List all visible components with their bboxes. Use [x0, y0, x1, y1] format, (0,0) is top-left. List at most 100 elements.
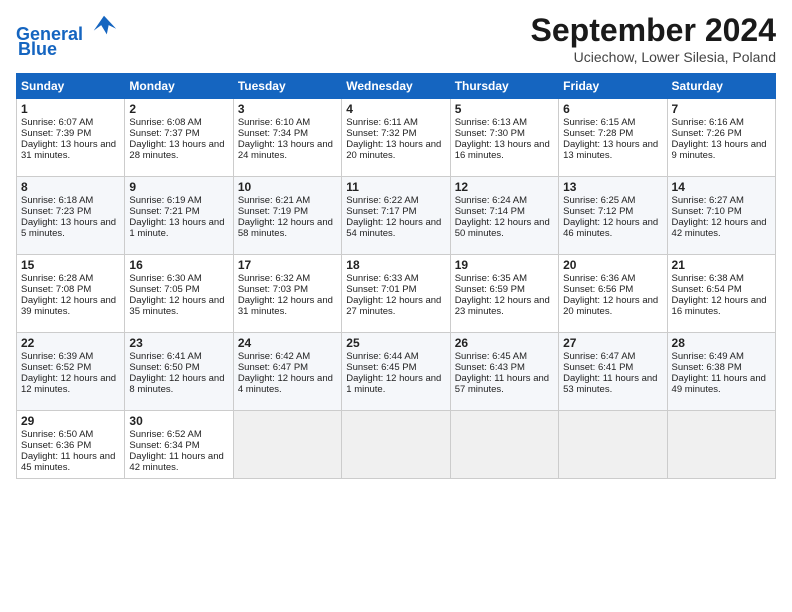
table-row: [450, 411, 558, 479]
sunrise: Sunrise: 6:13 AM: [455, 117, 527, 128]
calendar-table: Sunday Monday Tuesday Wednesday Thursday…: [16, 73, 776, 479]
daylight-label: Daylight: 12 hours and 23 minutes.: [455, 295, 550, 317]
day-number: 23: [129, 336, 228, 350]
sunrise: Sunrise: 6:21 AM: [238, 195, 310, 206]
col-friday: Friday: [559, 74, 667, 99]
table-row: 29Sunrise: 6:50 AMSunset: 6:36 PMDayligh…: [17, 411, 125, 479]
day-number: 5: [455, 102, 554, 116]
sunrise: Sunrise: 6:18 AM: [21, 195, 93, 206]
daylight-label: Daylight: 11 hours and 42 minutes.: [129, 451, 223, 473]
day-number: 25: [346, 336, 445, 350]
day-number: 11: [346, 180, 445, 194]
sunrise: Sunrise: 6:30 AM: [129, 273, 201, 284]
col-wednesday: Wednesday: [342, 74, 450, 99]
daylight-label: Daylight: 12 hours and 42 minutes.: [672, 217, 767, 239]
table-row: 20Sunrise: 6:36 AMSunset: 6:56 PMDayligh…: [559, 255, 667, 333]
logo-bird-icon: [90, 12, 118, 40]
table-row: 18Sunrise: 6:33 AMSunset: 7:01 PMDayligh…: [342, 255, 450, 333]
daylight-label: Daylight: 13 hours and 20 minutes.: [346, 139, 441, 161]
day-number: 26: [455, 336, 554, 350]
table-row: 22Sunrise: 6:39 AMSunset: 6:52 PMDayligh…: [17, 333, 125, 411]
day-number: 8: [21, 180, 120, 194]
header: General Blue September 2024 Uciechow, Lo…: [16, 12, 776, 65]
daylight-label: Daylight: 12 hours and 31 minutes.: [238, 295, 333, 317]
sunset: Sunset: 6:59 PM: [455, 284, 525, 295]
table-row: 17Sunrise: 6:32 AMSunset: 7:03 PMDayligh…: [233, 255, 341, 333]
daylight-label: Daylight: 12 hours and 27 minutes.: [346, 295, 441, 317]
sunset: Sunset: 7:34 PM: [238, 128, 308, 139]
logo: General Blue: [16, 12, 118, 60]
sunset: Sunset: 7:32 PM: [346, 128, 416, 139]
sunset: Sunset: 6:56 PM: [563, 284, 633, 295]
sunrise: Sunrise: 6:33 AM: [346, 273, 418, 284]
sunset: Sunset: 6:38 PM: [672, 362, 742, 373]
table-row: [342, 411, 450, 479]
sunrise: Sunrise: 6:47 AM: [563, 351, 635, 362]
day-number: 18: [346, 258, 445, 272]
sunrise: Sunrise: 6:24 AM: [455, 195, 527, 206]
day-number: 15: [21, 258, 120, 272]
daylight-label: Daylight: 13 hours and 31 minutes.: [21, 139, 116, 161]
day-number: 1: [21, 102, 120, 116]
daylight-label: Daylight: 12 hours and 54 minutes.: [346, 217, 441, 239]
daylight-label: Daylight: 11 hours and 45 minutes.: [21, 451, 115, 473]
sunset: Sunset: 7:05 PM: [129, 284, 199, 295]
sunrise: Sunrise: 6:45 AM: [455, 351, 527, 362]
day-number: 21: [672, 258, 771, 272]
daylight-label: Daylight: 12 hours and 1 minute.: [346, 373, 441, 395]
sunrise: Sunrise: 6:49 AM: [672, 351, 744, 362]
table-row: 9Sunrise: 6:19 AMSunset: 7:21 PMDaylight…: [125, 177, 233, 255]
table-row: 7Sunrise: 6:16 AMSunset: 7:26 PMDaylight…: [667, 99, 775, 177]
sunrise: Sunrise: 6:19 AM: [129, 195, 201, 206]
sunrise: Sunrise: 6:50 AM: [21, 429, 93, 440]
sunrise: Sunrise: 6:27 AM: [672, 195, 744, 206]
sunrise: Sunrise: 6:44 AM: [346, 351, 418, 362]
table-row: 13Sunrise: 6:25 AMSunset: 7:12 PMDayligh…: [559, 177, 667, 255]
day-number: 29: [21, 414, 120, 428]
table-row: 4Sunrise: 6:11 AMSunset: 7:32 PMDaylight…: [342, 99, 450, 177]
daylight-label: Daylight: 12 hours and 12 minutes.: [21, 373, 116, 395]
table-row: 21Sunrise: 6:38 AMSunset: 6:54 PMDayligh…: [667, 255, 775, 333]
day-number: 6: [563, 102, 662, 116]
col-sunday: Sunday: [17, 74, 125, 99]
table-row: 16Sunrise: 6:30 AMSunset: 7:05 PMDayligh…: [125, 255, 233, 333]
day-number: 24: [238, 336, 337, 350]
table-row: 23Sunrise: 6:41 AMSunset: 6:50 PMDayligh…: [125, 333, 233, 411]
daylight-label: Daylight: 12 hours and 46 minutes.: [563, 217, 658, 239]
daylight-label: Daylight: 13 hours and 5 minutes.: [21, 217, 116, 239]
day-number: 10: [238, 180, 337, 194]
daylight-label: Daylight: 13 hours and 9 minutes.: [672, 139, 767, 161]
day-number: 28: [672, 336, 771, 350]
sunset: Sunset: 7:01 PM: [346, 284, 416, 295]
sunrise: Sunrise: 6:10 AM: [238, 117, 310, 128]
daylight-label: Daylight: 13 hours and 24 minutes.: [238, 139, 333, 161]
table-row: 15Sunrise: 6:28 AMSunset: 7:08 PMDayligh…: [17, 255, 125, 333]
table-row: 14Sunrise: 6:27 AMSunset: 7:10 PMDayligh…: [667, 177, 775, 255]
sunrise: Sunrise: 6:35 AM: [455, 273, 527, 284]
sunset: Sunset: 6:34 PM: [129, 440, 199, 451]
sunset: Sunset: 7:08 PM: [21, 284, 91, 295]
table-row: 3Sunrise: 6:10 AMSunset: 7:34 PMDaylight…: [233, 99, 341, 177]
day-number: 7: [672, 102, 771, 116]
sunset: Sunset: 6:45 PM: [346, 362, 416, 373]
sunrise: Sunrise: 6:38 AM: [672, 273, 744, 284]
daylight-label: Daylight: 12 hours and 58 minutes.: [238, 217, 333, 239]
sunrise: Sunrise: 6:42 AM: [238, 351, 310, 362]
sunrise: Sunrise: 6:22 AM: [346, 195, 418, 206]
table-row: [233, 411, 341, 479]
table-row: 28Sunrise: 6:49 AMSunset: 6:38 PMDayligh…: [667, 333, 775, 411]
sunset: Sunset: 7:28 PM: [563, 128, 633, 139]
daylight-label: Daylight: 13 hours and 28 minutes.: [129, 139, 224, 161]
day-number: 30: [129, 414, 228, 428]
sunset: Sunset: 6:52 PM: [21, 362, 91, 373]
table-row: [559, 411, 667, 479]
day-number: 17: [238, 258, 337, 272]
sunrise: Sunrise: 6:11 AM: [346, 117, 418, 128]
sunset: Sunset: 7:26 PM: [672, 128, 742, 139]
table-row: [667, 411, 775, 479]
sunrise: Sunrise: 6:08 AM: [129, 117, 201, 128]
page: General Blue September 2024 Uciechow, Lo…: [0, 0, 792, 612]
sunset: Sunset: 7:14 PM: [455, 206, 525, 217]
table-row: 11Sunrise: 6:22 AMSunset: 7:17 PMDayligh…: [342, 177, 450, 255]
sunrise: Sunrise: 6:52 AM: [129, 429, 201, 440]
